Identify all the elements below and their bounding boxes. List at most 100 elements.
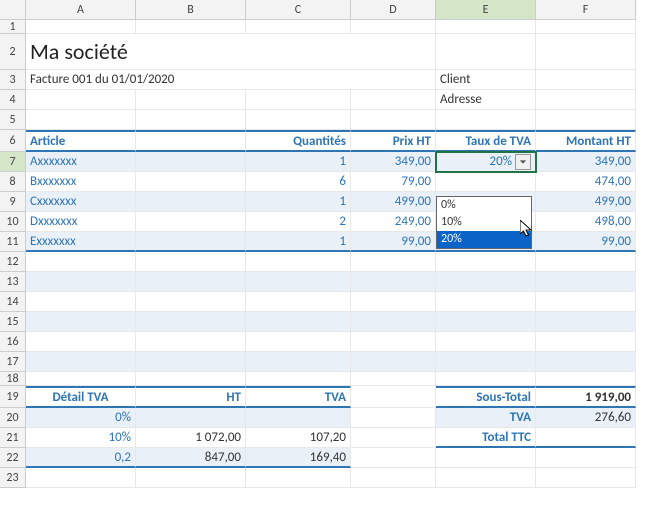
cell[interactable] [26,20,136,34]
cell[interactable] [246,292,351,312]
cell[interactable] [26,292,136,312]
amount-cell[interactable]: 99,00 [536,232,636,252]
cell[interactable] [536,90,636,110]
cell[interactable] [351,34,436,70]
row-header-11[interactable]: 11 [0,232,26,252]
cell[interactable] [436,448,536,468]
cell[interactable] [26,90,136,110]
cell[interactable] [351,386,436,408]
row-header-3[interactable]: 3 [0,70,26,90]
qty-cell[interactable]: 1 [246,152,351,172]
row-header-21[interactable]: 21 [0,428,26,448]
qty-cell[interactable]: 6 [246,172,351,192]
cell[interactable] [436,352,536,372]
cell[interactable] [246,332,351,352]
cell[interactable] [136,212,246,232]
cell[interactable] [246,272,351,292]
row-header-16[interactable]: 16 [0,332,26,352]
select-all-corner[interactable] [0,0,26,20]
cell[interactable] [246,20,351,34]
vat-cell[interactable] [436,172,536,192]
detail-tva[interactable]: 169,40 [246,448,351,468]
cell[interactable] [136,90,246,110]
dropdown-option[interactable]: 10% [437,214,531,231]
row-header-7[interactable]: 7 [0,152,26,172]
col-header-C[interactable]: C [246,0,351,20]
cell[interactable] [246,352,351,372]
cell[interactable] [351,352,436,372]
cell[interactable] [26,110,136,130]
vat-cell-selected[interactable]: 20% [436,152,536,172]
detail-ht[interactable] [136,408,246,428]
price-cell[interactable]: 79,00 [351,172,436,192]
tva-value[interactable]: 276,60 [536,408,636,428]
cell[interactable] [136,252,246,272]
detail-rate[interactable]: 10% [26,428,136,448]
amount-cell[interactable]: 474,00 [536,172,636,192]
cell[interactable] [436,110,536,130]
cell[interactable] [436,292,536,312]
cell[interactable] [136,292,246,312]
cell[interactable] [351,372,436,386]
cell[interactable] [351,312,436,332]
amount-cell[interactable]: 349,00 [536,152,636,172]
dropdown-option-selected[interactable]: 20% [437,231,531,248]
cell[interactable] [136,192,246,212]
row-header-6[interactable]: 6 [0,130,26,152]
cell[interactable] [246,312,351,332]
col-header-A[interactable]: A [26,0,136,20]
cell[interactable] [136,152,246,172]
subtotal-value[interactable]: 1 919,00 [536,386,636,408]
price-cell[interactable]: 349,00 [351,152,436,172]
col-header-D[interactable]: D [351,0,436,20]
cell[interactable] [436,332,536,352]
cell[interactable] [351,448,436,468]
cell[interactable] [351,428,436,448]
price-cell[interactable]: 99,00 [351,232,436,252]
row-header-8[interactable]: 8 [0,172,26,192]
amount-cell[interactable]: 499,00 [536,192,636,212]
cell[interactable] [26,352,136,372]
qty-cell[interactable]: 1 [246,192,351,212]
detail-ht[interactable]: 1 072,00 [136,428,246,448]
cell[interactable] [536,312,636,332]
header-qty[interactable]: Quantités [246,130,351,152]
cell[interactable] [436,312,536,332]
cell[interactable] [351,110,436,130]
cell[interactable] [26,468,136,488]
row-header-17[interactable]: 17 [0,352,26,372]
article-cell[interactable]: Bxxxxxxx [26,172,136,192]
cell[interactable] [536,20,636,34]
cell[interactable] [136,232,246,252]
row-header-10[interactable]: 10 [0,212,26,232]
amount-cell[interactable]: 498,00 [536,212,636,232]
article-cell[interactable]: Axxxxxxx [26,152,136,172]
cell[interactable] [136,372,246,386]
cell[interactable] [536,252,636,272]
cell[interactable] [136,272,246,292]
cell[interactable] [26,272,136,292]
cell[interactable] [136,468,246,488]
cell[interactable] [136,130,246,152]
validation-dropdown[interactable]: 0% 10% 20% [436,196,532,249]
cell[interactable] [136,20,246,34]
detail-tva-header[interactable]: TVA [246,386,351,408]
ttc-label[interactable]: Total TTC [436,428,536,448]
header-article[interactable]: Article [26,130,136,152]
cell[interactable] [351,272,436,292]
detail-ht[interactable]: 847,00 [136,448,246,468]
cell[interactable] [436,34,536,70]
cell[interactable] [246,372,351,386]
col-header-B[interactable]: B [136,0,246,20]
cell[interactable] [136,172,246,192]
detail-tva[interactable] [246,408,351,428]
row-header-18[interactable]: 18 [0,372,26,386]
cell[interactable] [26,312,136,332]
detail-rate[interactable]: 0% [26,408,136,428]
row-header-19[interactable]: 19 [0,386,26,408]
dropdown-option[interactable]: 0% [437,197,531,214]
cell[interactable] [246,252,351,272]
row-header-15[interactable]: 15 [0,312,26,332]
cell[interactable] [351,90,436,110]
cell[interactable] [351,20,436,34]
